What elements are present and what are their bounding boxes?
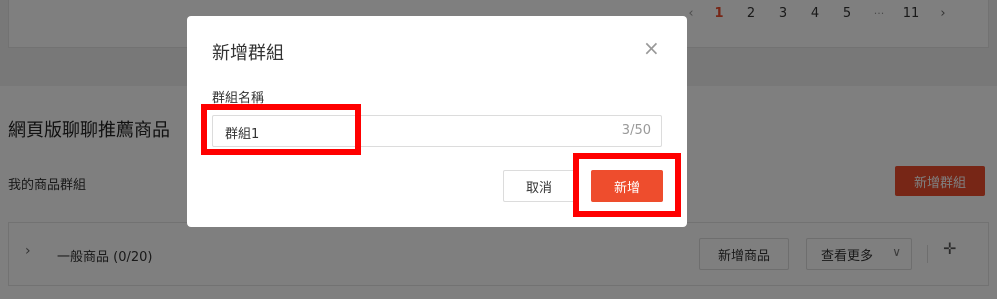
group-name-label: 群組名稱 (212, 91, 265, 106)
cancel-button[interactable]: 取消 (503, 170, 575, 202)
char-counter: 3/50 (621, 123, 651, 138)
group-name-input[interactable] (213, 116, 607, 148)
modal-title: 新增群組 (212, 43, 284, 64)
add-group-modal: 新增群組 × 群組名稱 3/50 取消 新增 (187, 16, 687, 227)
submit-button[interactable]: 新增 (591, 170, 663, 202)
close-icon[interactable]: × (643, 38, 660, 58)
group-name-field: 3/50 (212, 115, 662, 148)
